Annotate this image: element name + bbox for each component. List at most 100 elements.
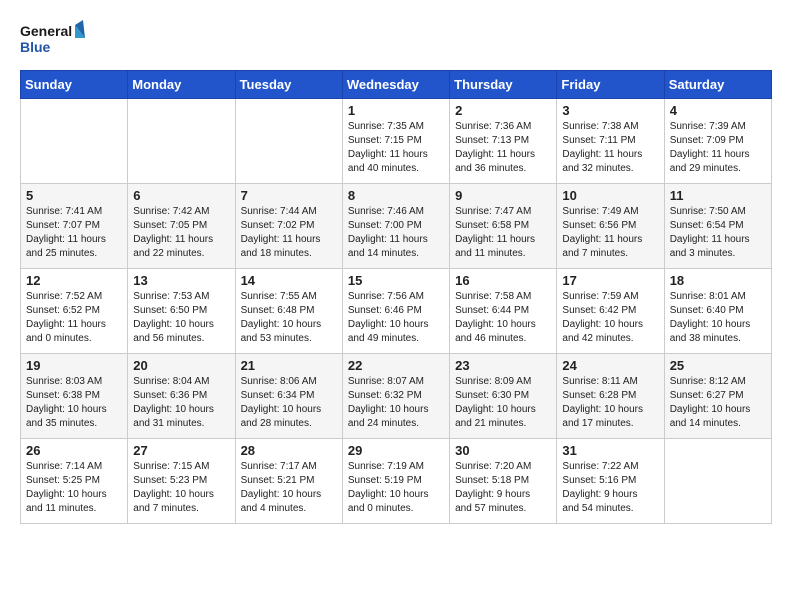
calendar-cell: 5 Sunrise: 7:41 AM Sunset: 7:07 PM Daylig… (21, 184, 128, 269)
day-number: 15 (348, 273, 444, 288)
calendar-cell: 25 Sunrise: 8:12 AM Sunset: 6:27 PM Dayli… (664, 354, 771, 439)
day-number: 25 (670, 358, 766, 373)
calendar-cell: 18 Sunrise: 8:01 AM Sunset: 6:40 PM Dayli… (664, 269, 771, 354)
day-number: 23 (455, 358, 551, 373)
day-number: 22 (348, 358, 444, 373)
calendar-cell: 22 Sunrise: 8:07 AM Sunset: 6:32 PM Dayli… (342, 354, 449, 439)
day-number: 6 (133, 188, 229, 203)
day-number: 16 (455, 273, 551, 288)
day-info: Sunrise: 7:49 AM Sunset: 6:56 PM Dayligh… (562, 205, 658, 261)
day-info: Sunrise: 7:39 AM Sunset: 7:09 PM Dayligh… (670, 120, 766, 176)
day-info: Sunrise: 8:09 AM Sunset: 6:30 PM Dayligh… (455, 375, 551, 431)
weekday-header: Monday (128, 71, 235, 99)
day-number: 9 (455, 188, 551, 203)
calendar-cell: 30Sunrise: 7:20 AM Sunset: 5:18 PM Dayli… (450, 439, 557, 524)
day-info: Sunrise: 7:56 AM Sunset: 6:46 PM Dayligh… (348, 290, 444, 346)
calendar-cell: 28Sunrise: 7:17 AM Sunset: 5:21 PM Dayli… (235, 439, 342, 524)
day-number: 10 (562, 188, 658, 203)
day-info: Sunrise: 7:20 AM Sunset: 5:18 PM Dayligh… (455, 460, 551, 516)
day-number: 7 (241, 188, 337, 203)
day-info: Sunrise: 7:35 AM Sunset: 7:15 PM Dayligh… (348, 120, 444, 176)
calendar-cell: 23 Sunrise: 8:09 AM Sunset: 6:30 PM Dayli… (450, 354, 557, 439)
day-info: Sunrise: 7:38 AM Sunset: 7:11 PM Dayligh… (562, 120, 658, 176)
day-info: Sunrise: 7:46 AM Sunset: 7:00 PM Dayligh… (348, 205, 444, 261)
day-info: Sunrise: 7:55 AM Sunset: 6:48 PM Dayligh… (241, 290, 337, 346)
calendar-cell: 3Sunrise: 7:38 AM Sunset: 7:11 PM Daylig… (557, 99, 664, 184)
day-number: 19 (26, 358, 122, 373)
day-number: 11 (670, 188, 766, 203)
day-info: Sunrise: 8:06 AM Sunset: 6:34 PM Dayligh… (241, 375, 337, 431)
day-info: Sunrise: 7:44 AM Sunset: 7:02 PM Dayligh… (241, 205, 337, 261)
day-number: 29 (348, 443, 444, 458)
day-info: Sunrise: 7:58 AM Sunset: 6:44 PM Dayligh… (455, 290, 551, 346)
weekday-header: Saturday (664, 71, 771, 99)
calendar-cell: 7 Sunrise: 7:44 AM Sunset: 7:02 PM Daylig… (235, 184, 342, 269)
day-info: Sunrise: 8:03 AM Sunset: 6:38 PM Dayligh… (26, 375, 122, 431)
day-info: Sunrise: 7:22 AM Sunset: 5:16 PM Dayligh… (562, 460, 658, 516)
calendar-cell (664, 439, 771, 524)
svg-text:General: General (20, 23, 72, 39)
calendar-cell: 26 Sunrise: 7:14 AM Sunset: 5:25 PM Dayli… (21, 439, 128, 524)
weekday-header-row: SundayMondayTuesdayWednesdayThursdayFrid… (21, 71, 772, 99)
page-header: GeneralBlue (20, 20, 772, 60)
calendar-cell: 6 Sunrise: 7:42 AM Sunset: 7:05 PM Daylig… (128, 184, 235, 269)
day-info: Sunrise: 8:12 AM Sunset: 6:27 PM Dayligh… (670, 375, 766, 431)
calendar-cell (235, 99, 342, 184)
calendar-week-row: 19 Sunrise: 8:03 AM Sunset: 6:38 PM Dayli… (21, 354, 772, 439)
day-number: 31 (562, 443, 658, 458)
day-info: Sunrise: 7:15 AM Sunset: 5:23 PM Dayligh… (133, 460, 229, 516)
day-number: 12 (26, 273, 122, 288)
calendar-week-row: 1 Sunrise: 7:35 AM Sunset: 7:15 PM Daylig… (21, 99, 772, 184)
weekday-header: Sunday (21, 71, 128, 99)
day-info: Sunrise: 8:01 AM Sunset: 6:40 PM Dayligh… (670, 290, 766, 346)
calendar-cell: 2 Sunrise: 7:36 AM Sunset: 7:13 PM Daylig… (450, 99, 557, 184)
calendar-cell: 1 Sunrise: 7:35 AM Sunset: 7:15 PM Daylig… (342, 99, 449, 184)
day-info: Sunrise: 7:59 AM Sunset: 6:42 PM Dayligh… (562, 290, 658, 346)
day-number: 18 (670, 273, 766, 288)
day-number: 26 (26, 443, 122, 458)
calendar-cell: 12 Sunrise: 7:52 AM Sunset: 6:52 PM Dayli… (21, 269, 128, 354)
day-number: 28 (241, 443, 337, 458)
calendar-cell: 24 Sunrise: 8:11 AM Sunset: 6:28 PM Dayli… (557, 354, 664, 439)
day-info: Sunrise: 7:41 AM Sunset: 7:07 PM Dayligh… (26, 205, 122, 261)
calendar-cell: 10 Sunrise: 7:49 AM Sunset: 6:56 PM Dayli… (557, 184, 664, 269)
calendar-cell: 19 Sunrise: 8:03 AM Sunset: 6:38 PM Dayli… (21, 354, 128, 439)
day-number: 1 (348, 103, 444, 118)
calendar-table: SundayMondayTuesdayWednesdayThursdayFrid… (20, 70, 772, 524)
calendar-cell: 9Sunrise: 7:47 AM Sunset: 6:58 PM Daylig… (450, 184, 557, 269)
calendar-cell: 29 Sunrise: 7:19 AM Sunset: 5:19 PM Dayli… (342, 439, 449, 524)
weekday-header: Tuesday (235, 71, 342, 99)
day-info: Sunrise: 7:19 AM Sunset: 5:19 PM Dayligh… (348, 460, 444, 516)
day-number: 24 (562, 358, 658, 373)
day-info: Sunrise: 7:52 AM Sunset: 6:52 PM Dayligh… (26, 290, 122, 346)
weekday-header: Thursday (450, 71, 557, 99)
calendar-cell: 20Sunrise: 8:04 AM Sunset: 6:36 PM Dayli… (128, 354, 235, 439)
day-number: 21 (241, 358, 337, 373)
calendar-cell: 16 Sunrise: 7:58 AM Sunset: 6:44 PM Dayli… (450, 269, 557, 354)
calendar-cell: 27Sunrise: 7:15 AM Sunset: 5:23 PM Dayli… (128, 439, 235, 524)
calendar-cell: 4 Sunrise: 7:39 AM Sunset: 7:09 PM Daylig… (664, 99, 771, 184)
calendar-cell (21, 99, 128, 184)
day-info: Sunrise: 7:36 AM Sunset: 7:13 PM Dayligh… (455, 120, 551, 176)
svg-text:Blue: Blue (20, 39, 51, 55)
weekday-header: Wednesday (342, 71, 449, 99)
logo: GeneralBlue (20, 20, 90, 60)
day-number: 17 (562, 273, 658, 288)
calendar-cell: 15 Sunrise: 7:56 AM Sunset: 6:46 PM Dayli… (342, 269, 449, 354)
day-info: Sunrise: 8:04 AM Sunset: 6:36 PM Dayligh… (133, 375, 229, 431)
day-info: Sunrise: 7:50 AM Sunset: 6:54 PM Dayligh… (670, 205, 766, 261)
day-number: 13 (133, 273, 229, 288)
calendar-cell: 17 Sunrise: 7:59 AM Sunset: 6:42 PM Dayli… (557, 269, 664, 354)
day-info: Sunrise: 8:11 AM Sunset: 6:28 PM Dayligh… (562, 375, 658, 431)
day-number: 2 (455, 103, 551, 118)
calendar-cell: 14Sunrise: 7:55 AM Sunset: 6:48 PM Dayli… (235, 269, 342, 354)
day-info: Sunrise: 7:14 AM Sunset: 5:25 PM Dayligh… (26, 460, 122, 516)
day-number: 5 (26, 188, 122, 203)
calendar-cell: 11 Sunrise: 7:50 AM Sunset: 6:54 PM Dayli… (664, 184, 771, 269)
calendar-cell: 8 Sunrise: 7:46 AM Sunset: 7:00 PM Daylig… (342, 184, 449, 269)
day-info: Sunrise: 7:42 AM Sunset: 7:05 PM Dayligh… (133, 205, 229, 261)
day-info: Sunrise: 8:07 AM Sunset: 6:32 PM Dayligh… (348, 375, 444, 431)
weekday-header: Friday (557, 71, 664, 99)
day-number: 4 (670, 103, 766, 118)
day-number: 8 (348, 188, 444, 203)
